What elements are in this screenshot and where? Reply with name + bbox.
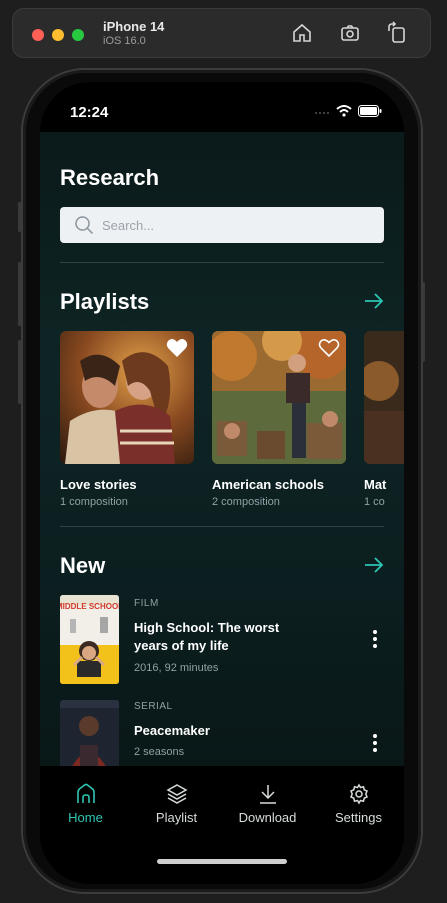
list-item[interactable]: SERIAL Peacemaker 2 seasons <box>60 700 384 766</box>
battery-icon <box>358 105 382 117</box>
tab-download[interactable]: Download <box>222 783 313 825</box>
playlist-subtitle: 1 co <box>364 496 385 508</box>
poster-image <box>60 700 119 766</box>
home-icon[interactable] <box>290 21 314 45</box>
new-title: New <box>60 553 106 578</box>
tab-bar: Home Playlist Download Settings <box>40 766 404 884</box>
favorite-outline-icon[interactable] <box>318 338 340 358</box>
volume-up-button <box>18 262 22 326</box>
poster-title: MIDDLE SCHOOL <box>60 602 119 611</box>
tab-settings[interactable]: Settings <box>313 783 404 825</box>
home-icon <box>76 783 95 803</box>
playlist-cover <box>212 331 346 464</box>
power-button <box>421 282 425 362</box>
playlist-title: Mat <box>364 477 387 492</box>
item-title: Peacemaker <box>134 723 210 738</box>
screenshot-icon[interactable] <box>339 21 363 45</box>
signal-icon <box>315 112 329 114</box>
search-icon <box>75 216 94 235</box>
list-item[interactable]: MIDDLE SCHOOL FILM High School: The wors… <box>60 595 384 684</box>
status-icons <box>314 105 382 117</box>
playlist-title: Love stories <box>60 477 137 492</box>
tab-label: Download <box>238 810 297 825</box>
tab-label: Settings <box>335 810 382 825</box>
device-name: iPhone 14 <box>103 19 165 34</box>
download-icon <box>259 785 276 804</box>
playlist-card[interactable]: Love stories 1 composition <box>60 331 194 508</box>
simulator-toolbar: iPhone 14 iOS 16.0 <box>12 8 431 58</box>
action-button <box>18 202 22 232</box>
search-placeholder: Search... <box>102 218 155 233</box>
wifi-icon <box>336 105 352 117</box>
item-type: SERIAL <box>134 701 173 712</box>
page-title: Research <box>60 165 160 190</box>
favorite-heart-icon[interactable] <box>166 338 188 358</box>
playlist-title: American schools <box>212 477 324 492</box>
new-arrow-icon[interactable] <box>364 556 384 574</box>
poster-image: MIDDLE SCHOOL <box>60 595 119 684</box>
os-version: iOS 16.0 <box>103 35 146 47</box>
playlist-cover <box>60 331 194 464</box>
playlists-title: Playlists <box>60 289 150 314</box>
zoom-window-button[interactable] <box>72 29 84 41</box>
close-window-button[interactable] <box>32 29 44 41</box>
divider <box>60 526 384 527</box>
layers-icon <box>165 784 188 804</box>
tab-label: Home <box>68 810 103 825</box>
tab-playlist[interactable]: Playlist <box>131 783 222 825</box>
playlist-card[interactable]: American schools 2 composition <box>212 331 346 508</box>
app-content: Research Search... Playlists Love storie… <box>40 132 404 766</box>
item-meta: 2016, 92 minutes <box>134 662 219 674</box>
status-time: 12:24 <box>70 104 109 121</box>
volume-down-button <box>18 340 22 404</box>
rotate-icon[interactable] <box>385 21 409 45</box>
tab-home[interactable]: Home <box>40 783 131 825</box>
item-meta: 2 seasons <box>134 746 185 758</box>
playlist-cover <box>364 331 404 464</box>
playlist-subtitle: 1 composition <box>60 496 128 508</box>
search-input[interactable]: Search... <box>60 207 384 243</box>
minimize-window-button[interactable] <box>52 29 64 41</box>
gear-icon <box>349 783 368 805</box>
item-title: High School: The worst years of my life <box>134 620 280 653</box>
tab-label: Playlist <box>155 810 198 825</box>
home-indicator[interactable] <box>157 859 287 864</box>
playlists-arrow-icon[interactable] <box>364 292 384 310</box>
playlist-card[interactable]: Mat 1 co <box>364 331 404 508</box>
phone-screen: 12:24 Research Search... Playlists Love … <box>40 82 404 884</box>
divider <box>60 262 384 263</box>
more-options-icon[interactable] <box>372 630 378 648</box>
item-type: FILM <box>134 598 159 609</box>
playlist-subtitle: 2 composition <box>212 496 280 508</box>
more-options-icon[interactable] <box>372 734 378 752</box>
